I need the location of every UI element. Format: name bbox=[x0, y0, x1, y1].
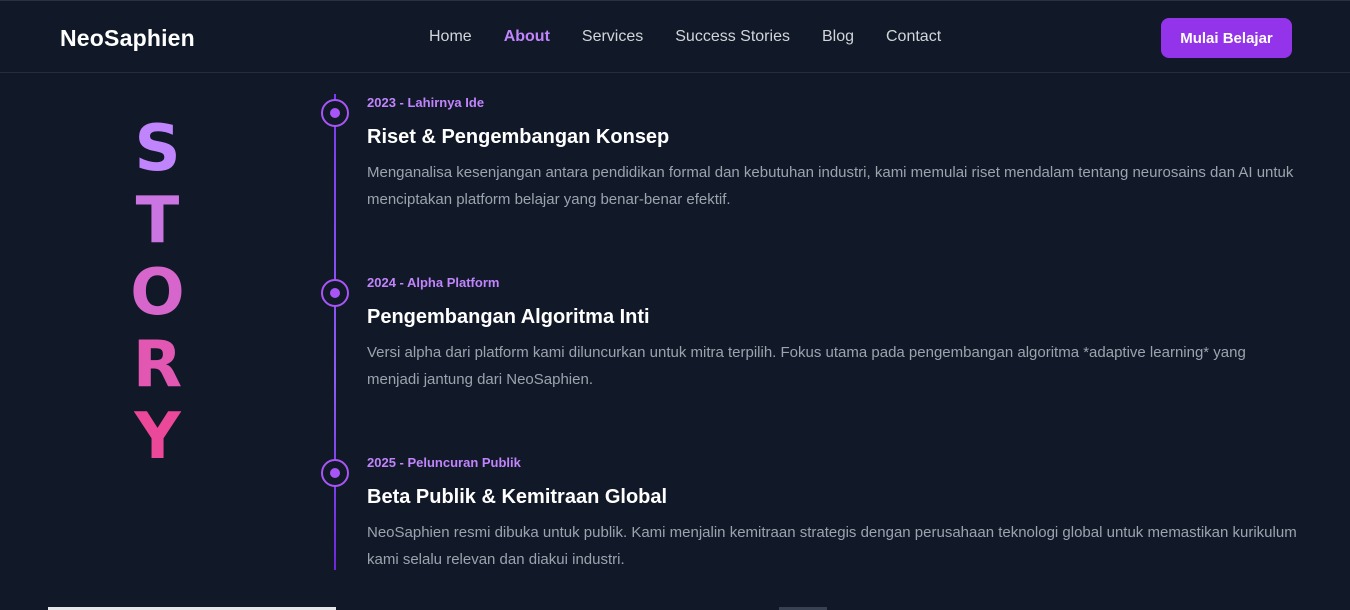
nav-home[interactable]: Home bbox=[429, 28, 472, 46]
nav-blog[interactable]: Blog bbox=[822, 28, 854, 46]
timeline-dot-icon bbox=[321, 279, 349, 307]
mulai-belajar-button[interactable]: Mulai Belajar bbox=[1161, 18, 1292, 58]
site-header: NeoSaphien Home About Services Success S… bbox=[0, 0, 1350, 73]
timeline-entry-description: NeoSaphien resmi dibuka untuk publik. Ka… bbox=[367, 524, 1297, 568]
story-letter: Y bbox=[134, 400, 181, 474]
timeline-entry-tag: 2024 - Alpha Platform bbox=[367, 275, 500, 290]
timeline-entry-tag: 2023 - Lahirnya Ide bbox=[367, 95, 485, 110]
timeline-entry-tag: 2025 - Peluncuran Publik bbox=[367, 455, 521, 470]
story-letter: S bbox=[134, 112, 181, 186]
timeline-entry-title: Riset & Pengembangan Konsep bbox=[367, 126, 670, 148]
story-letter: R bbox=[132, 328, 183, 402]
timeline-entry-title: Beta Publik & Kemitraan Global bbox=[367, 486, 668, 508]
brand-logo[interactable]: NeoSaphien bbox=[60, 25, 195, 52]
main-nav: Home About Services Success Stories Blog… bbox=[429, 28, 973, 46]
timeline-entry-description: Versi alpha dari platform kami diluncurk… bbox=[367, 344, 1246, 388]
story-letter: O bbox=[130, 256, 185, 330]
nav-success-stories[interactable]: Success Stories bbox=[675, 28, 790, 46]
timeline-dot-icon bbox=[321, 459, 349, 487]
story-vertical-heading: S T O R Y bbox=[120, 113, 195, 473]
nav-services[interactable]: Services bbox=[582, 28, 643, 46]
timeline-entry-description: Menganalisa kesenjangan antara pendidika… bbox=[367, 164, 1294, 208]
story-letter: T bbox=[135, 184, 180, 258]
nav-about[interactable]: About bbox=[504, 28, 550, 46]
timeline-dot-icon bbox=[321, 99, 349, 127]
timeline-entry: 2025 - Peluncuran Publik Beta Publik & K… bbox=[367, 454, 1302, 573]
timeline-entry: 2024 - Alpha Platform Pengembangan Algor… bbox=[367, 274, 1302, 393]
timeline-entry: 2023 - Lahirnya Ide Riset & Pengembangan… bbox=[367, 94, 1302, 213]
timeline-line bbox=[334, 94, 336, 570]
timeline-entry-title: Pengembangan Algoritma Inti bbox=[367, 306, 650, 328]
nav-contact[interactable]: Contact bbox=[886, 28, 941, 46]
